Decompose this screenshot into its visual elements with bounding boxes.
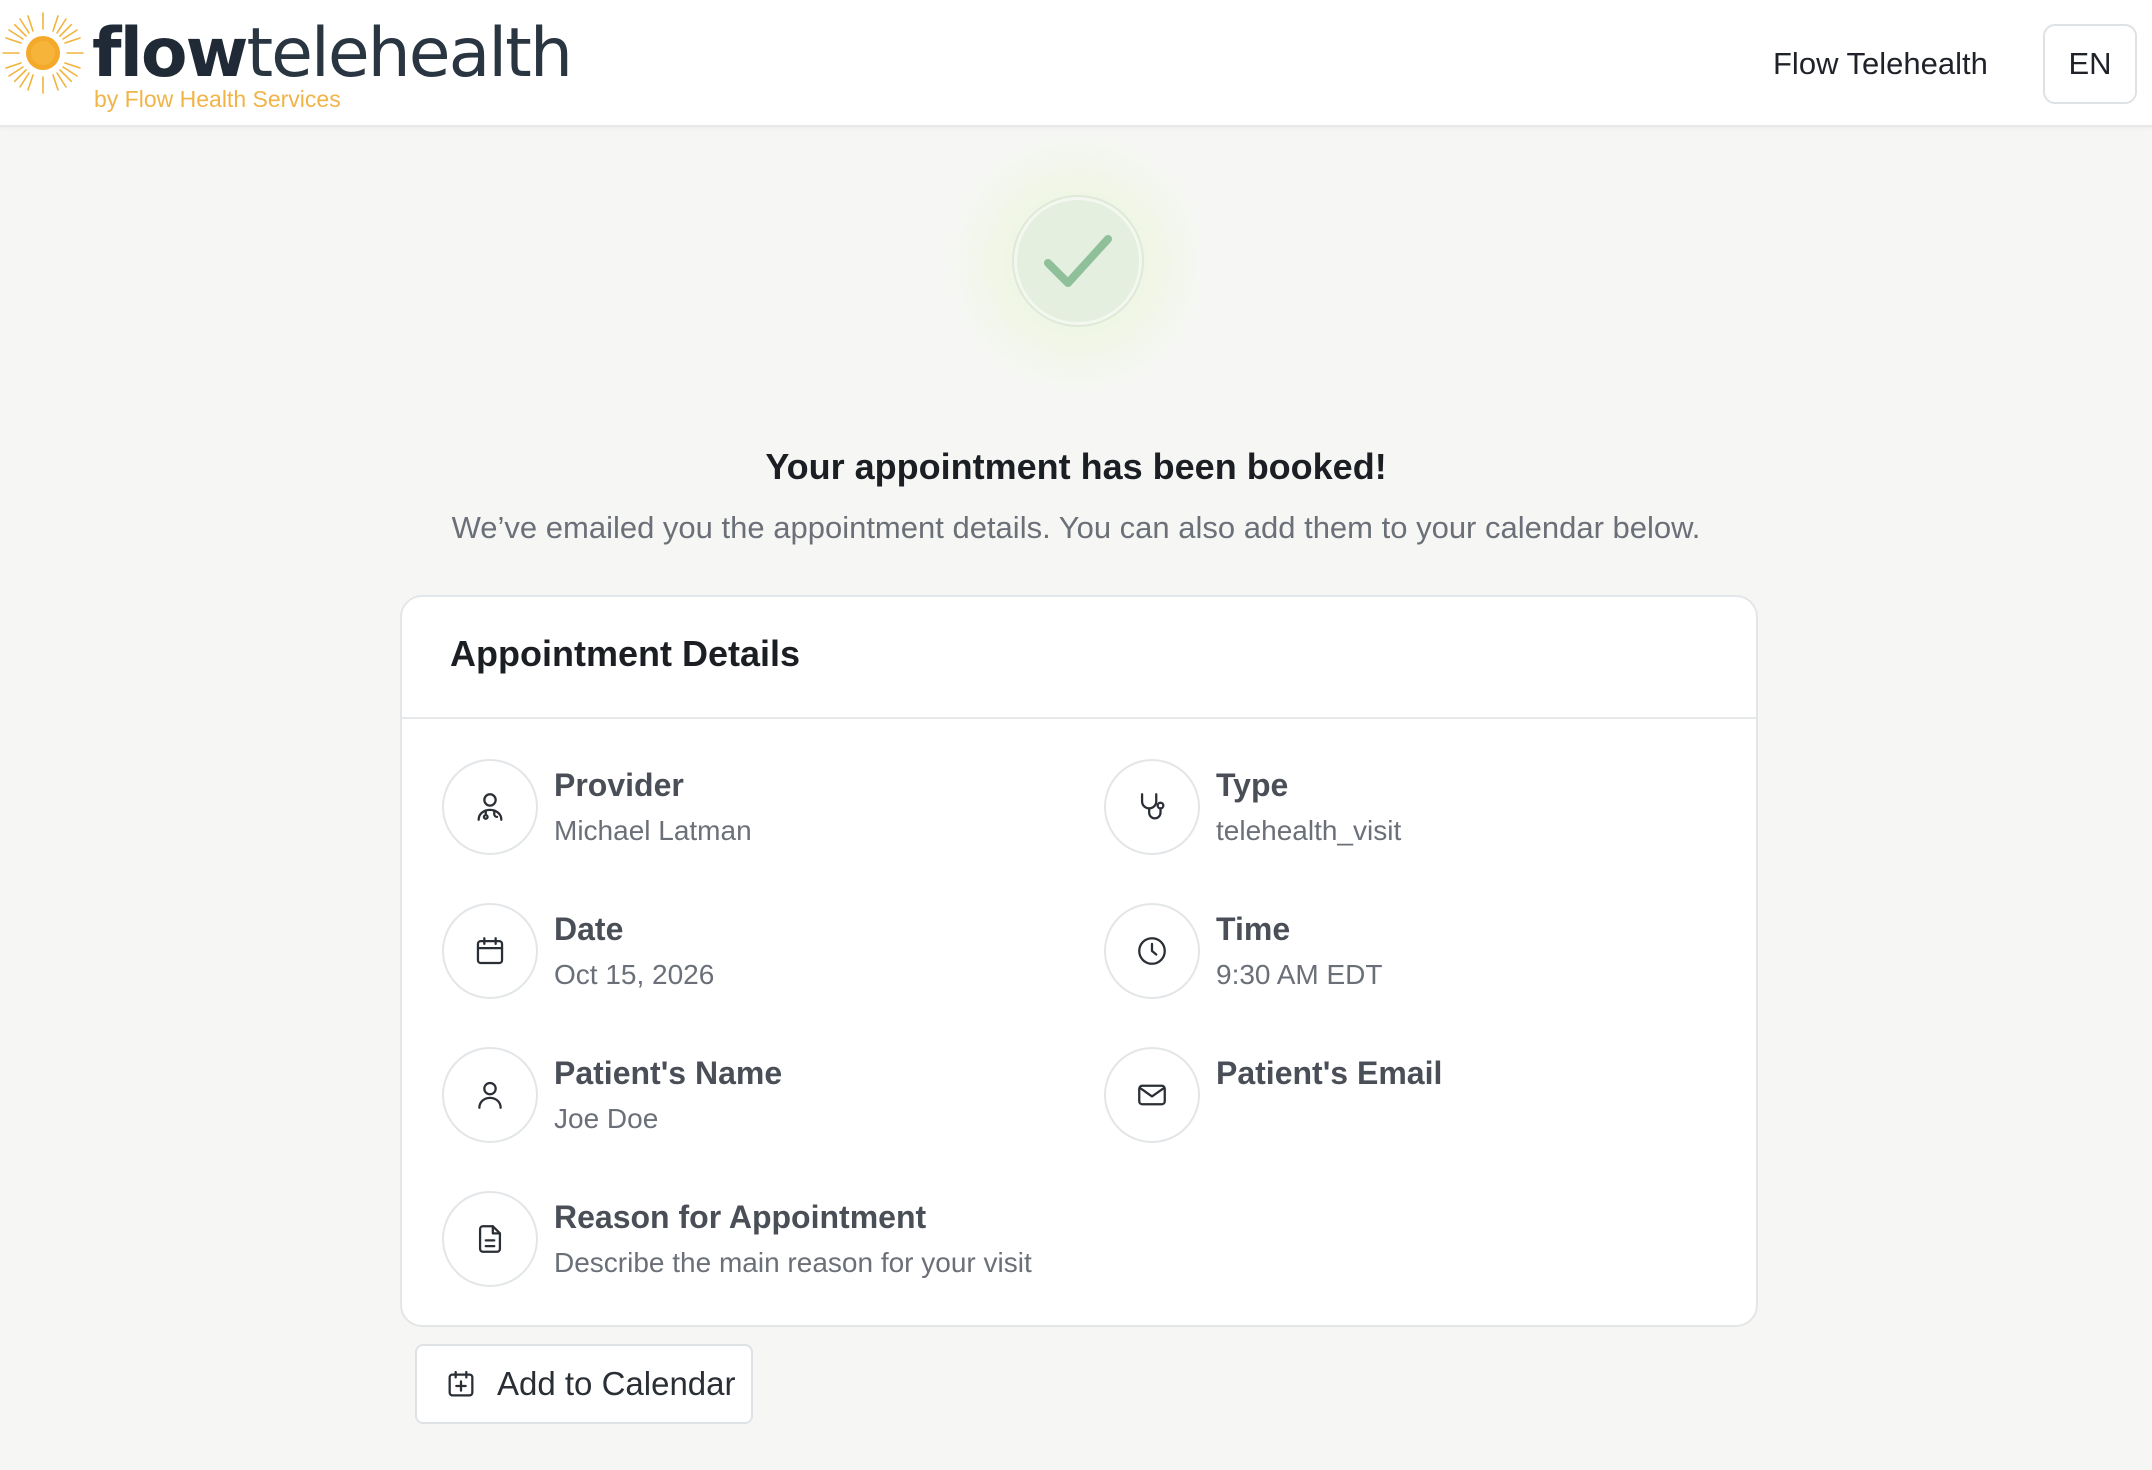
detail-type: Type telehealth_visit	[1104, 759, 1744, 859]
detail-reason: Reason for Appointment Describe the main…	[442, 1191, 1082, 1291]
calendar-plus-icon	[448, 1370, 474, 1397]
calendar-icon	[476, 937, 504, 965]
sun-logo-icon	[2, 12, 84, 94]
user-icon	[478, 1081, 502, 1109]
add-to-calendar-button[interactable]: Add to Calendar	[415, 1344, 753, 1424]
patient-email-label: Patient's Email	[1216, 1055, 1443, 1091]
type-value: telehealth_visit	[1216, 815, 1402, 846]
time-label: Time	[1216, 911, 1291, 947]
confirmation-subtitle: We’ve emailed you the appointment detail…	[451, 510, 1701, 545]
checkmark-icon	[1044, 235, 1112, 287]
language-selector-button[interactable]: EN	[2043, 24, 2137, 104]
detail-patient-name: Patient's Name Joe Doe	[442, 1047, 1082, 1147]
detail-time: Time 9:30 AM EDT	[1104, 903, 1744, 1003]
provider-label: Provider	[554, 767, 684, 803]
provider-value: Michael Latman	[554, 815, 752, 846]
clock-icon	[1138, 937, 1166, 965]
reason-value: Describe the main reason for your visit	[554, 1247, 1032, 1278]
time-icon-circle	[1104, 903, 1200, 999]
type-icon-circle	[1104, 759, 1200, 855]
detail-date: Date Oct 15, 2026	[442, 903, 1082, 1003]
brand-name-bold: flow	[92, 14, 248, 93]
date-label: Date	[554, 911, 624, 947]
patient-name-value: Joe Doe	[554, 1103, 659, 1134]
provider-icon-circle	[442, 759, 538, 855]
add-to-calendar-label: Add to Calendar	[497, 1365, 736, 1402]
nav-link-flow-telehealth[interactable]: Flow Telehealth	[1773, 46, 1988, 82]
date-value: Oct 15, 2026	[554, 959, 715, 990]
patient-email-icon-circle	[1104, 1047, 1200, 1143]
card-title: Appointment Details	[450, 633, 801, 674]
card-header: Appointment Details	[402, 597, 1756, 719]
type-label: Type	[1216, 767, 1289, 803]
date-icon-circle	[442, 903, 538, 999]
brand-name-light: telehealth	[246, 14, 572, 93]
mail-icon	[1138, 1084, 1166, 1106]
brand-logo[interactable]: flowtelehealth by Flow Health Services	[0, 6, 600, 116]
appointment-details-card: Appointment Details Provider Michael Lat…	[400, 595, 1758, 1327]
detail-provider: Provider Michael Latman	[442, 759, 1082, 859]
reason-label: Reason for Appointment	[554, 1199, 927, 1235]
stethoscope-icon	[1140, 793, 1165, 820]
patient-name-label: Patient's Name	[554, 1055, 783, 1091]
brand-tagline: by Flow Health Services	[94, 86, 341, 112]
reason-icon-circle	[442, 1191, 538, 1287]
detail-patient-email: Patient's Email	[1104, 1047, 1744, 1147]
top-header: flowtelehealth by Flow Health Services F…	[0, 0, 2152, 127]
time-value: 9:30 AM EDT	[1216, 959, 1383, 990]
doctor-icon	[477, 793, 503, 821]
document-icon	[478, 1225, 502, 1253]
brand-name: flowtelehealth	[92, 14, 573, 94]
patient-name-icon-circle	[442, 1047, 538, 1143]
confirmation-title: Your appointment has been booked!	[765, 446, 1387, 487]
success-check-badge	[1014, 197, 1142, 325]
